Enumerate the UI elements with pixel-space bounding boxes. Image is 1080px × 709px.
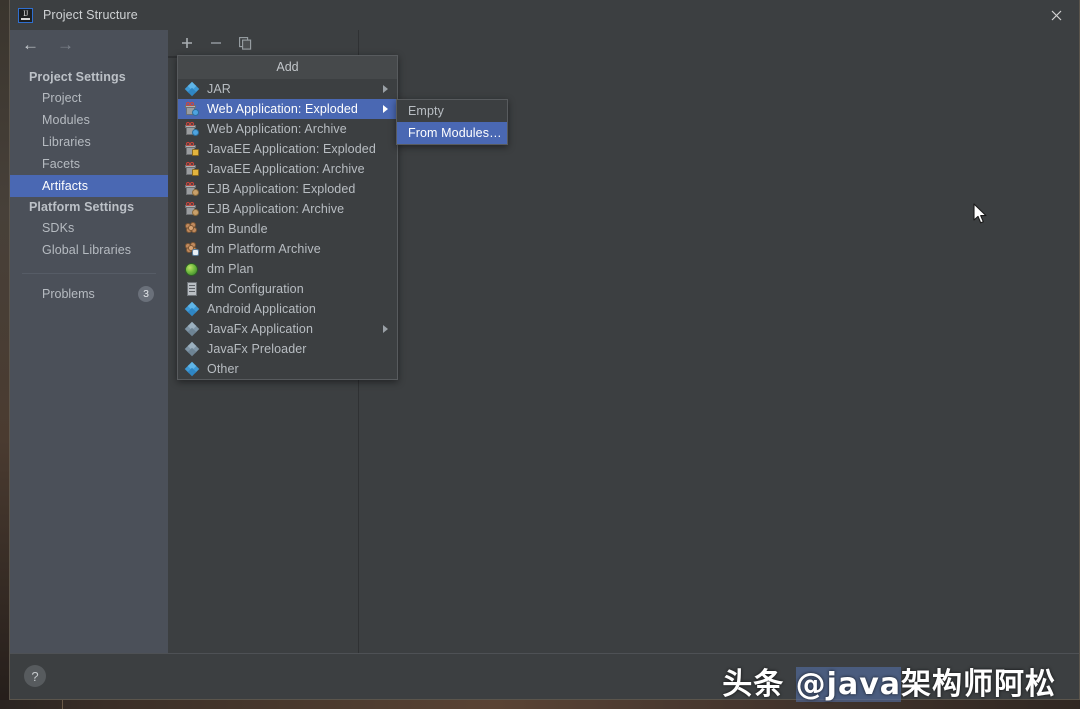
sidebar-item-modules[interactable]: Modules	[10, 109, 168, 131]
menu-item-label: JavaEE Application: Archive	[207, 162, 365, 176]
menu-title: Add	[178, 56, 397, 79]
gift-box-tan-chip-icon	[185, 202, 199, 216]
settings-sidebar: ← → Project Settings Project Modules Lib…	[10, 30, 168, 654]
menu-item-label: Web Application: Exploded	[207, 102, 358, 116]
submenu-item-empty[interactable]: Empty	[397, 100, 507, 122]
menu-item-label: Other	[207, 362, 239, 376]
diamond-blue-icon	[184, 81, 200, 97]
project-structure-window: Project Structure ← → Project Settings P…	[9, 0, 1080, 700]
bundle-cluster-badge-icon	[185, 242, 199, 256]
plus-icon[interactable]	[181, 37, 193, 49]
mouse-cursor	[973, 203, 989, 232]
document-icon	[185, 282, 199, 296]
diamond-gray-icon	[184, 341, 200, 357]
menu-item-label: EJB Application: Exploded	[207, 182, 356, 196]
diamond-gray-icon	[184, 321, 200, 337]
menu-item-label: JavaEE Application: Exploded	[207, 142, 376, 156]
arrow-right-icon[interactable]: →	[57, 36, 74, 53]
menu-item-web-application-archive[interactable]: Web Application: Archive	[178, 119, 397, 139]
menu-item-ejb-application-exploded[interactable]: EJB Application: Exploded	[178, 179, 397, 199]
menu-item-dm-configuration[interactable]: dm Configuration	[178, 279, 397, 299]
watermark-handle: @java	[795, 667, 901, 702]
screen: Project Structure ← → Project Settings P…	[0, 0, 1080, 709]
nav-group-platform-settings: Platform Settings	[29, 200, 135, 214]
artifacts-toolbar	[168, 30, 358, 57]
menu-item-javaee-application-archive[interactable]: JavaEE Application: Archive	[178, 159, 397, 179]
menu-item-android-application[interactable]: Android Application	[178, 299, 397, 319]
menu-item-label: dm Plan	[207, 262, 254, 276]
sidebar-item-facets[interactable]: Facets	[10, 153, 168, 175]
menu-item-label: JAR	[207, 82, 231, 96]
gift-box-blue-chip-icon	[185, 102, 199, 116]
menu-item-web-application-exploded[interactable]: Web Application: Exploded	[178, 99, 397, 119]
arrow-left-icon[interactable]: ←	[22, 36, 39, 53]
menu-item-ejb-application-archive[interactable]: EJB Application: Archive	[178, 199, 397, 219]
menu-item-label: dm Bundle	[207, 222, 268, 236]
menu-item-label: Web Application: Archive	[207, 122, 347, 136]
menu-item-dm-bundle[interactable]: dm Bundle	[178, 219, 397, 239]
globe-green-icon	[185, 262, 199, 276]
menu-item-javafx-application[interactable]: JavaFx Application	[178, 319, 397, 339]
nav-group-project-settings: Project Settings	[29, 70, 126, 84]
menu-item-dm-plan[interactable]: dm Plan	[178, 259, 397, 279]
window-title: Project Structure	[43, 8, 138, 22]
diamond-blue-icon	[184, 301, 200, 317]
sidebar-divider	[22, 273, 156, 274]
problems-label: Problems	[42, 287, 95, 301]
window-body: ← → Project Settings Project Modules Lib…	[10, 30, 1079, 699]
menu-item-label: dm Configuration	[207, 282, 304, 296]
sidebar-item-problems[interactable]: Problems 3	[10, 286, 168, 302]
menu-item-dm-platform-archive[interactable]: dm Platform Archive	[178, 239, 397, 259]
menu-item-javaee-application-exploded[interactable]: JavaEE Application: Exploded	[178, 139, 397, 159]
menu-item-label: JavaFx Preloader	[207, 342, 307, 356]
menu-item-label: Android Application	[207, 302, 316, 316]
submenu-item-label: Empty	[408, 104, 444, 118]
menu-item-jar[interactable]: JAR	[178, 79, 397, 99]
gift-box-yellow-chip-icon	[185, 162, 199, 176]
submenu-item-from-modules[interactable]: From Modules…	[397, 122, 507, 144]
menu-item-other[interactable]: Other	[178, 359, 397, 379]
web-application-exploded-submenu: Empty From Modules…	[396, 99, 508, 145]
menu-item-label: dm Platform Archive	[207, 242, 321, 256]
sidebar-item-libraries[interactable]: Libraries	[10, 131, 168, 153]
problems-count-badge: 3	[138, 286, 154, 302]
sidebar-item-sdks[interactable]: SDKs	[10, 217, 168, 239]
menu-item-javafx-preloader[interactable]: JavaFx Preloader	[178, 339, 397, 359]
gift-box-blue-chip-icon	[185, 122, 199, 136]
watermark-prefix: 头条	[722, 667, 796, 702]
sidebar-item-project[interactable]: Project	[10, 87, 168, 109]
settings-nav-list: Project Settings Project Modules Librari…	[10, 67, 168, 302]
submenu-item-label: From Modules…	[408, 126, 502, 140]
minus-icon[interactable]	[210, 37, 222, 49]
sidebar-item-global-libraries[interactable]: Global Libraries	[10, 239, 168, 261]
copy-icon[interactable]	[239, 36, 252, 50]
diamond-blue-icon	[184, 361, 200, 377]
add-artifact-menu: Add JAR Web Application: Exploded Web Ap…	[177, 55, 398, 380]
navigation-controls: ← →	[10, 30, 168, 58]
sidebar-item-artifacts[interactable]: Artifacts	[10, 175, 168, 197]
window-title-bar: Project Structure	[10, 0, 1079, 31]
watermark-suffix: 架构师阿松	[901, 667, 1056, 702]
chevron-right-icon	[383, 325, 388, 333]
watermark: 头条 @java架构师阿松	[0, 659, 1080, 703]
desktop-background-left	[0, 0, 9, 709]
menu-item-label: EJB Application: Archive	[207, 202, 345, 216]
gift-box-yellow-chip-icon	[185, 142, 199, 156]
menu-item-label: JavaFx Application	[207, 322, 314, 336]
gift-box-tan-chip-icon	[185, 182, 199, 196]
intellij-idea-icon	[18, 7, 33, 23]
chevron-right-icon	[383, 85, 388, 93]
chevron-right-icon	[383, 105, 388, 113]
bundle-cluster-icon	[185, 222, 199, 236]
close-icon[interactable]	[1033, 0, 1079, 30]
